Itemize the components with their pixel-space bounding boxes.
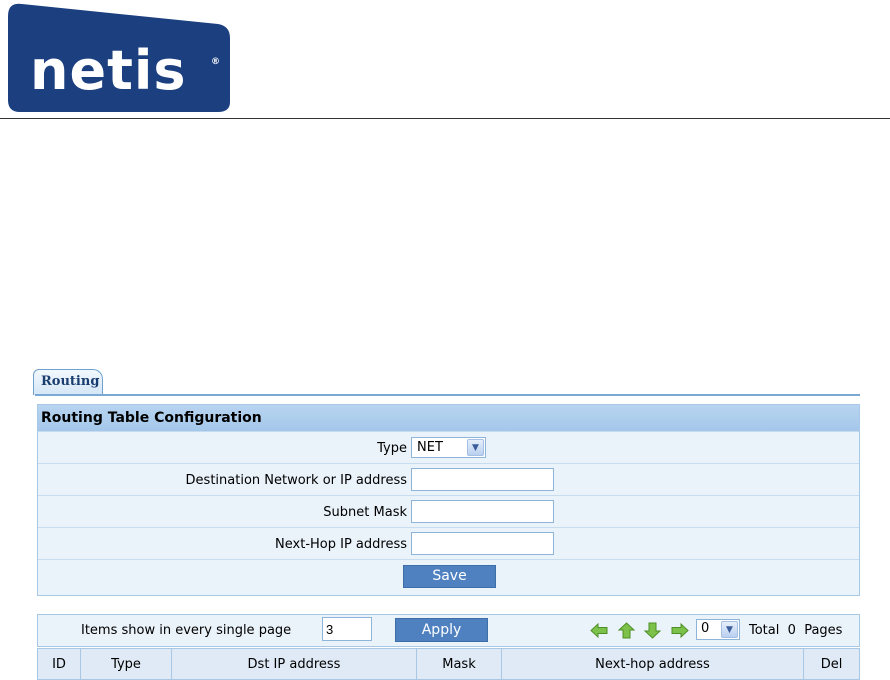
logo-text: netis (30, 39, 187, 102)
panel-title: Routing Table Configuration (38, 405, 859, 432)
type-select-value: NET (417, 440, 443, 455)
type-select[interactable]: NET ▼ (411, 437, 486, 458)
subnet-label: Subnet Mask (323, 505, 407, 520)
page-select-value: 0 (701, 621, 710, 636)
nexthop-label: Next-Hop IP address (275, 537, 407, 552)
subnet-mask-input[interactable] (411, 500, 554, 523)
save-button[interactable]: Save (403, 565, 496, 588)
header-divider (0, 118, 890, 119)
save-row: Save (38, 560, 859, 592)
chevron-down-icon[interactable]: ▼ (467, 439, 484, 456)
items-per-page-input[interactable] (322, 617, 372, 641)
subnet-row: Subnet Mask (38, 496, 859, 528)
registered-mark: ® (211, 57, 220, 67)
chevron-down-icon[interactable]: ▼ (721, 621, 738, 638)
destination-row: Destination Network or IP address (38, 464, 859, 496)
prev-page-icon[interactable] (617, 622, 636, 639)
items-per-page-label: Items show in every single page (81, 623, 292, 638)
destination-input[interactable] (411, 468, 554, 491)
type-row: Type NET ▼ (38, 432, 859, 464)
first-page-icon[interactable] (590, 622, 609, 639)
next-page-icon[interactable] (643, 622, 662, 639)
page-select[interactable]: 0 ▼ (696, 619, 740, 640)
tab-underline (35, 394, 860, 396)
pages-label: Pages (804, 623, 843, 638)
total-label: Total (749, 623, 780, 638)
column-mask: Mask (417, 649, 502, 679)
routing-table-header: ID Type Dst IP address Mask Next-hop add… (37, 648, 860, 680)
apply-button[interactable]: Apply (395, 618, 488, 642)
routing-config-panel: Routing Table Configuration Type NET ▼ D… (37, 404, 860, 596)
column-id: ID (38, 649, 81, 679)
column-del: Del (820, 657, 843, 672)
type-label: Type (377, 441, 407, 456)
paging-bar: Items show in every single page Apply 0 … (37, 614, 860, 647)
netis-logo: netis ® (8, 2, 232, 112)
last-page-icon[interactable] (670, 622, 689, 639)
nexthop-row: Next-Hop IP address (38, 528, 859, 560)
column-type: Type (81, 649, 172, 679)
column-dst-ip: Dst IP address (172, 649, 417, 679)
column-next-hop: Next-hop address (502, 649, 804, 679)
destination-label: Destination Network or IP address (185, 473, 407, 488)
tab-routing[interactable]: Routing (33, 369, 103, 395)
total-pages-count: 0 (787, 623, 796, 638)
nexthop-input[interactable] (411, 532, 554, 555)
total-pages-text: Total 0 Pages (749, 623, 842, 638)
